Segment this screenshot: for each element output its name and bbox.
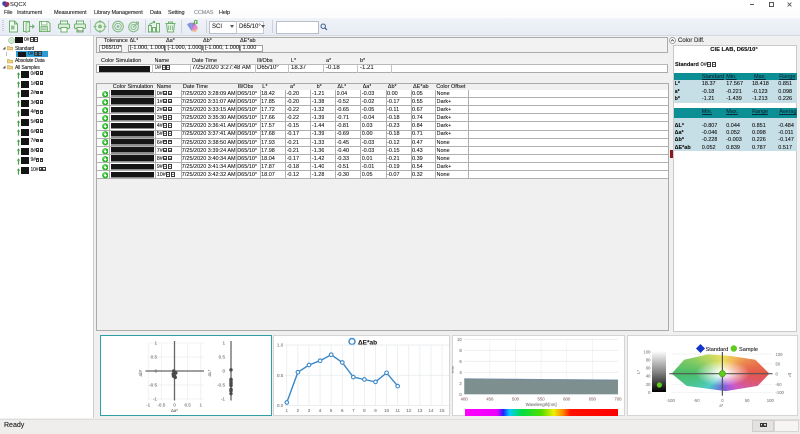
svg-text:650: 650 [589, 396, 597, 401]
svg-text:1.0: 1.0 [277, 342, 284, 347]
svg-text:-1: -1 [153, 396, 158, 401]
svg-text:50: 50 [776, 361, 781, 366]
svg-text:4: 4 [459, 369, 462, 374]
svg-text:Δb*: Δb* [138, 369, 143, 376]
svg-text:100: 100 [776, 351, 784, 356]
svg-text:1: 1 [222, 340, 225, 345]
svg-text:2: 2 [459, 380, 462, 385]
svg-text:7: 7 [352, 408, 355, 413]
svg-text:0.5: 0.5 [151, 354, 158, 359]
svg-text:1: 1 [285, 408, 288, 413]
svg-text:10: 10 [457, 336, 462, 341]
svg-text:0: 0 [173, 402, 176, 407]
svg-text:-1: -1 [221, 396, 226, 401]
svg-text:Δa*: Δa* [171, 408, 178, 413]
svg-text:ΔL*: ΔL* [207, 369, 212, 376]
svg-text:11: 11 [395, 408, 400, 413]
svg-text:600: 600 [563, 396, 571, 401]
svg-text:2: 2 [296, 408, 299, 413]
svg-text:-100: -100 [776, 390, 785, 395]
svg-text:10: 10 [384, 408, 390, 413]
svg-text:a*: a* [719, 403, 723, 408]
svg-text:6: 6 [459, 358, 462, 363]
svg-text:1: 1 [154, 340, 157, 345]
svg-text:50: 50 [745, 398, 750, 403]
svg-text:b*: b* [787, 373, 792, 377]
svg-text:-50: -50 [693, 398, 700, 403]
svg-text:Word: Word [76, 29, 83, 33]
svg-text:100: 100 [767, 398, 775, 403]
svg-text:0: 0 [222, 368, 225, 373]
svg-text:0.5: 0.5 [219, 354, 226, 359]
svg-text:Wavelength[nm]: Wavelength[nm] [526, 401, 557, 406]
svg-text:500: 500 [512, 396, 520, 401]
svg-text:-0.5: -0.5 [149, 382, 157, 387]
svg-text:15: 15 [439, 408, 445, 413]
svg-text:0: 0 [154, 368, 157, 373]
svg-text:550: 550 [538, 396, 546, 401]
svg-text:14: 14 [428, 408, 434, 413]
svg-text:1: 1 [200, 402, 203, 407]
svg-text:0.0: 0.0 [277, 403, 284, 408]
svg-text:8: 8 [363, 408, 366, 413]
svg-text:0.5: 0.5 [277, 372, 284, 377]
svg-text:-100: -100 [666, 398, 675, 403]
svg-text:0.5: 0.5 [184, 402, 191, 407]
svg-text:12: 12 [406, 408, 412, 413]
svg-text:R%: R% [452, 366, 455, 373]
svg-text:5: 5 [329, 408, 332, 413]
svg-text:8: 8 [459, 347, 462, 352]
svg-text:4: 4 [318, 408, 321, 413]
svg-text:-50: -50 [776, 382, 783, 387]
svg-text:0: 0 [776, 371, 779, 376]
svg-text:-0.5: -0.5 [217, 382, 225, 387]
svg-text:400: 400 [461, 396, 469, 401]
svg-text:-0.5: -0.5 [157, 402, 165, 407]
svg-text:9: 9 [374, 408, 377, 413]
svg-text:13: 13 [417, 408, 423, 413]
svg-text:3: 3 [307, 408, 310, 413]
svg-text:700: 700 [614, 396, 622, 401]
svg-text:-1: -1 [146, 402, 151, 407]
svg-text:6: 6 [340, 408, 343, 413]
svg-text:450: 450 [486, 396, 494, 401]
